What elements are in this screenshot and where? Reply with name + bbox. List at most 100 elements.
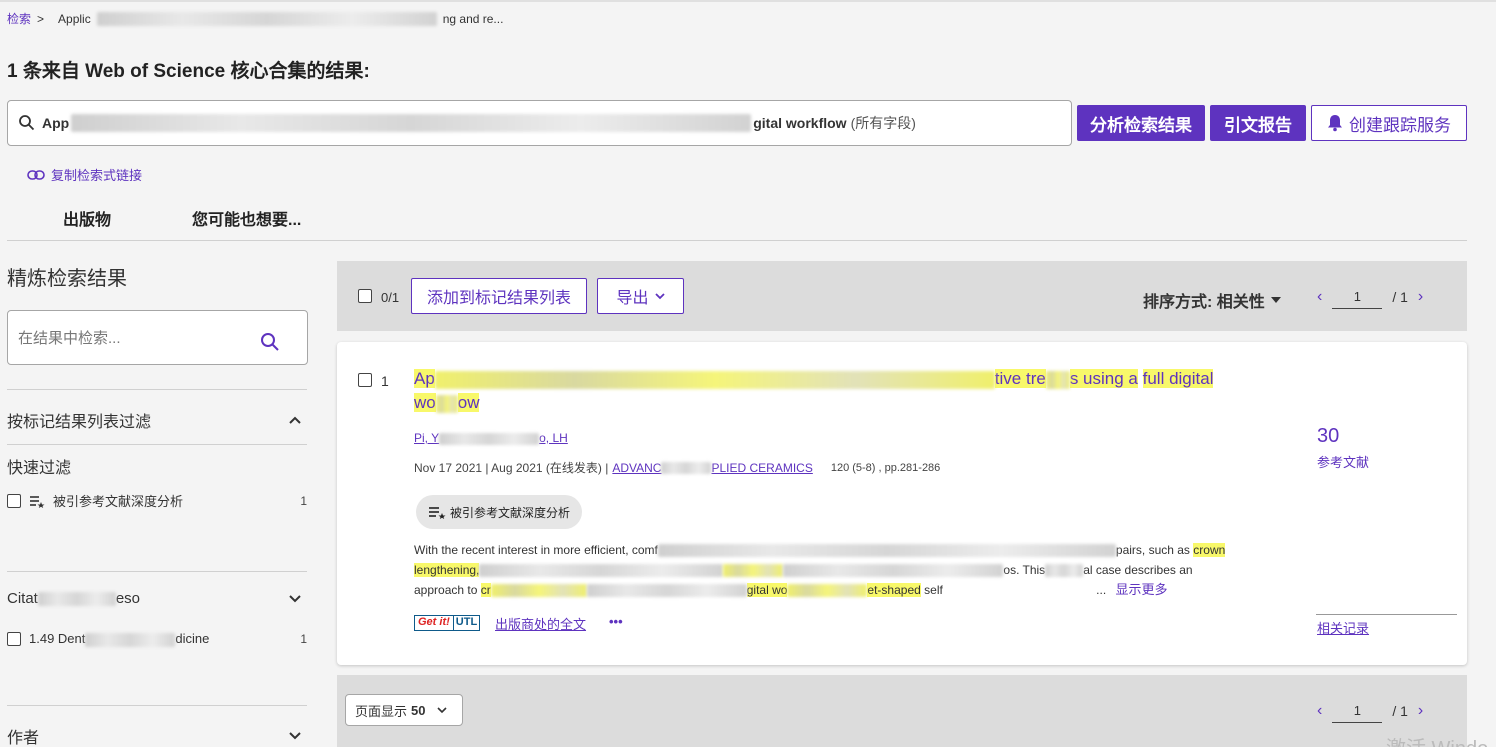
breadcrumb: 检索 > Applic ng and re... bbox=[7, 10, 503, 27]
create-alert-button[interactable]: 创建跟踪服务 bbox=[1311, 105, 1467, 141]
prev-page-icon[interactable]: ‹ bbox=[1317, 288, 1322, 306]
result-abstract: With the recent interest in more efficie… bbox=[414, 543, 1226, 598]
getit-label: Get it! bbox=[418, 616, 450, 628]
sidebar-divider bbox=[7, 444, 307, 445]
sort-label: 排序方式: 相关性 bbox=[1143, 294, 1265, 311]
related-divider bbox=[1316, 614, 1457, 615]
per-page-value: 50 bbox=[411, 702, 426, 718]
windows-activation-watermark: 激活 Windo bbox=[1386, 732, 1488, 747]
breadcrumb-current-start: Applic bbox=[58, 11, 91, 26]
citation-topic-item[interactable]: 1.49 Dent dicine 1 bbox=[7, 631, 307, 647]
breadcrumb-separator: > bbox=[37, 11, 45, 26]
citation-topics-label: Citat eso bbox=[7, 590, 141, 607]
export-button[interactable]: 导出 bbox=[597, 278, 684, 314]
search-scope: (所有字段) bbox=[850, 115, 916, 131]
deep-analysis-chip[interactable]: 被引参考文献深度分析 bbox=[416, 495, 583, 529]
per-page-label: 页面显示 bbox=[355, 703, 408, 719]
result-journal[interactable]: ADVANC PLIED CERAMICS bbox=[612, 461, 812, 475]
sidebar-divider bbox=[7, 389, 307, 390]
quick-filter-title: 快速过滤 bbox=[7, 460, 72, 477]
total-pages: / 1 bbox=[1392, 703, 1408, 719]
copy-query-link-label: 复制检索式链接 bbox=[51, 168, 143, 183]
references-label: 参考文献 bbox=[1317, 455, 1370, 470]
citation-topic-checkbox[interactable] bbox=[7, 631, 21, 646]
utl-label: UTL bbox=[452, 616, 480, 630]
breadcrumb-current-end: ng and re... bbox=[442, 11, 504, 26]
chevron-up-icon bbox=[289, 416, 301, 424]
result-index: 1 bbox=[381, 373, 389, 389]
authors-filter-header[interactable]: 作者 bbox=[7, 724, 307, 747]
more-options-icon[interactable]: ••• bbox=[609, 614, 623, 629]
search-query-end: gital workflow bbox=[753, 115, 847, 131]
result-volume: 120 (5-8) , pp.281-286 bbox=[830, 461, 941, 474]
prev-page-icon[interactable]: ‹ bbox=[1317, 702, 1322, 720]
next-page-icon[interactable]: › bbox=[1418, 702, 1423, 720]
list-star-icon bbox=[30, 495, 45, 508]
sort-dropdown[interactable]: 排序方式: 相关性 bbox=[1143, 288, 1281, 312]
tab-you-may-also-like[interactable]: 您可能也想要... bbox=[192, 206, 301, 230]
citation-topic-item-label: 1.49 Dent dicine bbox=[29, 631, 210, 647]
show-more-link[interactable]: 显示更多 bbox=[1116, 582, 1168, 597]
marked-list-filter-header[interactable]: 按标记结果列表过滤 bbox=[7, 408, 307, 432]
results-heading: 1 条来自 Web of Science 核心合集的结果: bbox=[7, 61, 370, 82]
getit-utl-button[interactable]: Get it! UTL bbox=[414, 615, 481, 631]
chevron-down-icon bbox=[654, 292, 665, 299]
quick-filter-checkbox[interactable] bbox=[7, 493, 21, 508]
search-query-redacted bbox=[71, 114, 752, 132]
search-icon bbox=[19, 115, 35, 131]
bottom-pagination-bar: 页面显示 50 ‹ 1 / 1 › bbox=[337, 675, 1467, 747]
add-to-marked-list-button[interactable]: 添加到标记结果列表 bbox=[411, 278, 587, 314]
page-number-input[interactable]: 1 bbox=[1332, 699, 1383, 723]
result-authors[interactable]: Pi, Yo, LH bbox=[414, 431, 568, 445]
create-alert-label: 创建跟踪服务 bbox=[1349, 115, 1451, 135]
tab-publications[interactable]: 出版物 bbox=[63, 206, 111, 230]
next-page-icon[interactable]: › bbox=[1418, 288, 1423, 306]
sidebar-divider bbox=[7, 705, 307, 706]
analyze-results-button[interactable]: 分析检索结果 bbox=[1077, 105, 1205, 141]
chevron-down-icon bbox=[289, 732, 301, 740]
publisher-fulltext-link[interactable]: 出版商处的全文 bbox=[495, 614, 586, 633]
refine-search-input[interactable]: 在结果中检索... bbox=[7, 310, 308, 365]
quick-filter-item[interactable]: 被引参考文献深度分析 1 bbox=[7, 491, 307, 510]
result-title[interactable]: Ap tive tre s using a full digital wo ow bbox=[414, 367, 1274, 415]
sidebar-divider bbox=[7, 571, 307, 572]
result-card: 1 Ap tive tre s using a full digital wo ow … bbox=[337, 342, 1467, 665]
link-icon bbox=[27, 169, 45, 180]
refine-title: 精炼检索结果 bbox=[7, 268, 127, 290]
quick-filter-item-label: 被引参考文献深度分析 bbox=[53, 494, 184, 509]
quick-filter-count: 1 bbox=[300, 493, 307, 508]
bell-icon bbox=[1328, 115, 1342, 132]
abstract-ellipsis: ... bbox=[1096, 583, 1107, 597]
results-toolbar: 0/1 添加到标记结果列表 导出 排序方式: 相关性 ‹ 1 / 1 › bbox=[337, 261, 1467, 331]
page-number-input[interactable]: 1 bbox=[1332, 285, 1383, 309]
result-checkbox[interactable] bbox=[358, 373, 372, 387]
caret-down-icon bbox=[1270, 297, 1281, 303]
chevron-down-icon bbox=[289, 594, 301, 602]
top-border bbox=[0, 0, 1496, 2]
select-all-checkbox[interactable] bbox=[358, 289, 372, 303]
breadcrumb-search-link[interactable]: 检索 bbox=[7, 10, 31, 27]
top-pagination: ‹ 1 / 1 › bbox=[1317, 285, 1423, 309]
marked-list-filter-label: 按标记结果列表过滤 bbox=[7, 414, 152, 431]
result-dates: Nov 17 2021 | Aug 2021 (在线发表) | bbox=[414, 461, 609, 475]
per-page-select[interactable]: 页面显示 50 bbox=[345, 694, 463, 726]
breadcrumb-redacted bbox=[96, 11, 437, 26]
chevron-down-icon bbox=[437, 706, 448, 713]
tabs-divider bbox=[7, 240, 1467, 241]
citation-report-button[interactable]: 引文报告 bbox=[1210, 105, 1306, 141]
selected-count: 0/1 bbox=[381, 290, 400, 305]
deep-analysis-label: 被引参考文献深度分析 bbox=[450, 505, 571, 520]
authors-filter-label: 作者 bbox=[7, 730, 40, 747]
refine-search-placeholder: 在结果中检索... bbox=[18, 330, 121, 347]
citation-topic-count: 1 bbox=[300, 631, 307, 646]
search-icon[interactable] bbox=[260, 332, 280, 352]
related-records-link[interactable]: 相关记录 bbox=[1317, 618, 1369, 637]
citation-topics-header[interactable]: Citat eso bbox=[7, 590, 307, 607]
copy-query-link[interactable]: 复制检索式链接 bbox=[27, 165, 142, 184]
total-pages: / 1 bbox=[1392, 289, 1408, 305]
search-query-box[interactable]: App gital workflow (所有字段) bbox=[7, 100, 1072, 146]
search-query-start: App bbox=[42, 115, 70, 131]
references-count[interactable]: 30 bbox=[1317, 425, 1339, 448]
bottom-pagination: ‹ 1 / 1 › bbox=[1317, 699, 1423, 723]
result-source-line: Nov 17 2021 | Aug 2021 (在线发表) | ADVANC PL… bbox=[414, 459, 940, 476]
